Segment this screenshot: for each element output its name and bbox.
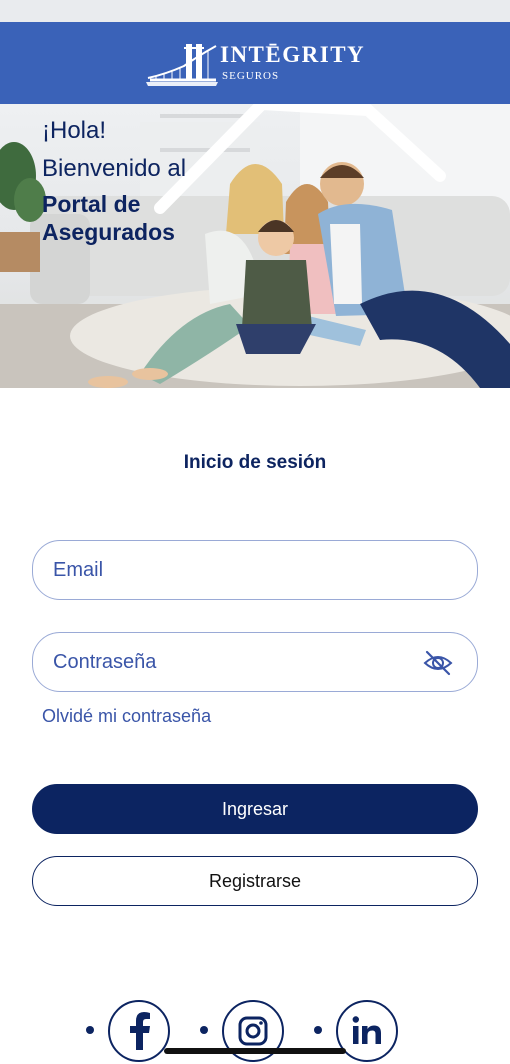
login-button[interactable]: Ingresar: [32, 784, 478, 834]
email-field[interactable]: Email: [32, 540, 478, 600]
hero-welcome-text: ¡Hola! Bienvenido al Portal de Asegurado…: [42, 112, 186, 246]
separator-dot: [86, 1026, 94, 1034]
password-placeholder: Contraseña: [53, 651, 157, 673]
social-links: [0, 1000, 510, 1064]
email-placeholder: Email: [53, 559, 104, 581]
hero-portal-line2: Asegurados: [42, 219, 175, 245]
brand-name: INTĒGRITY: [220, 42, 366, 67]
status-bar: [0, 0, 510, 22]
login-title: Inicio de sesión: [183, 452, 327, 473]
home-indicator: [164, 1048, 346, 1054]
linkedin-icon: [352, 1016, 381, 1044]
login-screen: INTĒGRITY SEGUROS ¡Hola! Bienvenido al P…: [0, 0, 510, 1064]
hero-portal-line1: Portal de: [42, 191, 141, 217]
register-button[interactable]: Registrarse: [32, 856, 478, 906]
hero-welcome: Bienvenido al: [42, 155, 187, 182]
bridge-logo-icon: [146, 44, 218, 86]
separator-dot: [200, 1026, 208, 1034]
brand-logo: INTĒGRITY SEGUROS: [146, 40, 366, 90]
separator-dot: [314, 1026, 322, 1034]
password-field[interactable]: Contraseña: [32, 632, 478, 692]
facebook-button[interactable]: [108, 1000, 170, 1062]
eye-slash-icon[interactable]: [423, 649, 453, 677]
brand-header: INTĒGRITY SEGUROS: [0, 22, 510, 104]
hero-greeting: ¡Hola!: [42, 117, 107, 144]
forgot-password-link[interactable]: Olvidé mi contraseña: [42, 706, 211, 727]
facebook-icon: [130, 1012, 150, 1050]
hero-banner: ¡Hola! Bienvenido al Portal de Asegurado…: [0, 104, 510, 388]
brand-subtitle: SEGUROS: [222, 70, 280, 82]
